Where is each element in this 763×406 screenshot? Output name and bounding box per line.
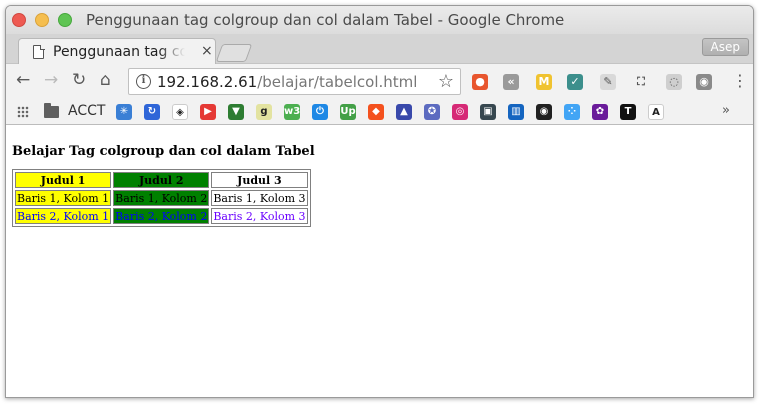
tab-strip: Penggunaan tag colgroup dan col dalam Ta… bbox=[6, 34, 753, 64]
sync-icon[interactable]: ↻ bbox=[144, 104, 160, 120]
address-bar[interactable]: i 192.168.2.61/belajar/tabelcol.html ☆ bbox=[128, 68, 461, 95]
bookmarks-bar: ACCT ✳ ↻ ◈ ▶ ▼ g w3 ⏻ Up ◆ ▲ ✪ ◎ ▣ ▥ ◉ ⁘ ✿ T A » bbox=[6, 98, 753, 125]
window-minimize-button[interactable] bbox=[35, 13, 49, 27]
table-cell: Baris 2, Kolom 3 bbox=[211, 208, 308, 224]
codepen-icon[interactable]: ◈ bbox=[172, 104, 188, 120]
window-title: Penggunaan tag colgroup dan col dalam Ta… bbox=[86, 11, 565, 29]
spinner-icon[interactable]: ◌ bbox=[666, 74, 682, 90]
t-icon[interactable]: T bbox=[620, 104, 636, 120]
dots-icon[interactable]: ⁘ bbox=[564, 104, 580, 120]
table-cell: Baris 2, Kolom 2 bbox=[113, 208, 210, 224]
w3-icon[interactable]: w3 bbox=[284, 104, 300, 120]
ublock-icon[interactable]: ● bbox=[472, 74, 488, 90]
delta-icon[interactable]: ▲ bbox=[396, 104, 412, 120]
bookmark-folder-acct[interactable]: ACCT bbox=[68, 103, 105, 119]
table-row: Baris 2, Kolom 1 Baris 2, Kolom 2 Baris … bbox=[15, 208, 308, 224]
reload-icon[interactable]: ↻ bbox=[72, 72, 86, 89]
apps-grid-icon[interactable] bbox=[17, 106, 29, 118]
tab-active[interactable]: Penggunaan tag colgroup dan col dalam Ta… bbox=[18, 38, 216, 64]
page-content: Belajar Tag colgroup dan col dalam Tabel… bbox=[6, 126, 753, 397]
eraser-icon[interactable]: ✎ bbox=[600, 74, 616, 90]
crest-icon[interactable]: ✿ bbox=[592, 104, 608, 120]
youtube-icon[interactable]: ▶ bbox=[200, 104, 216, 120]
a-icon[interactable]: A bbox=[648, 104, 664, 120]
window-maximize-button[interactable] bbox=[58, 13, 72, 27]
table-cell: Baris 1, Kolom 3 bbox=[211, 190, 308, 206]
demo-table: Judul 1 Judul 2 Judul 3 Baris 1, Kolom 1… bbox=[12, 169, 311, 227]
table-row: Baris 1, Kolom 1 Baris 1, Kolom 2 Baris … bbox=[15, 190, 308, 206]
folder-icon[interactable] bbox=[44, 103, 59, 118]
upwork-icon[interactable]: Up bbox=[340, 104, 356, 120]
instagram-icon[interactable]: ◎ bbox=[452, 104, 468, 120]
camera-icon[interactable]: ◉ bbox=[696, 74, 712, 90]
url-path: /belajar/tabelcol.html bbox=[257, 73, 418, 91]
url-text[interactable]: 192.168.2.61/belajar/tabelcol.html bbox=[157, 73, 417, 91]
toolbar: ← → ↻ ⌂ i 192.168.2.61/belajar/tabelcol.… bbox=[6, 64, 753, 98]
new-tab-button[interactable] bbox=[215, 44, 253, 62]
tab-title: Penggunaan tag colgroup dan col dalam Ta… bbox=[53, 44, 185, 60]
box-icon[interactable]: ▣ bbox=[480, 104, 496, 120]
table-header-cell: Judul 2 bbox=[113, 172, 210, 188]
crop-icon[interactable]: ⛶ bbox=[633, 74, 649, 90]
table-cell: Baris 2, Kolom 1 bbox=[15, 208, 112, 224]
table-header-cell: Judul 1 bbox=[15, 172, 112, 188]
colorful-icon[interactable]: ◆ bbox=[368, 104, 384, 120]
url-host: 192.168.2.61 bbox=[157, 73, 258, 91]
trello-icon[interactable]: ▥ bbox=[508, 104, 524, 120]
m-extension-icon[interactable]: M bbox=[536, 74, 552, 90]
table-header-cell: Judul 3 bbox=[211, 172, 308, 188]
power-icon[interactable]: ⏻ bbox=[312, 104, 328, 120]
emblem-icon[interactable]: ✪ bbox=[424, 104, 440, 120]
page-icon bbox=[33, 45, 44, 59]
browser-window: Penggunaan tag colgroup dan col dalam Ta… bbox=[5, 5, 754, 398]
vuetify-icon[interactable]: ▼ bbox=[228, 104, 244, 120]
rewind-icon[interactable]: « bbox=[503, 74, 519, 90]
back-arrow-icon[interactable]: ← bbox=[16, 72, 30, 89]
table-header-row: Judul 1 Judul 2 Judul 3 bbox=[15, 172, 308, 188]
chrome-menu-icon[interactable]: ⋮ bbox=[732, 72, 748, 90]
info-icon[interactable]: i bbox=[136, 74, 151, 89]
radio-icon[interactable]: ◉ bbox=[536, 104, 552, 120]
page-heading: Belajar Tag colgroup dan col dalam Tabel bbox=[12, 144, 315, 159]
check-extension-icon[interactable]: ✓ bbox=[567, 74, 583, 90]
forward-arrow-icon[interactable]: → bbox=[44, 72, 58, 89]
bookmark-star-icon[interactable]: ☆ bbox=[438, 71, 454, 92]
table-cell: Baris 1, Kolom 1 bbox=[15, 190, 112, 206]
more-bookmarks-icon[interactable]: » bbox=[722, 103, 730, 118]
home-icon[interactable]: ⌂ bbox=[100, 72, 111, 89]
window-close-button[interactable] bbox=[12, 13, 26, 27]
tab-close-icon[interactable]: × bbox=[201, 43, 213, 59]
snowflake-icon[interactable]: ✳ bbox=[116, 104, 132, 120]
profile-button[interactable]: Asep bbox=[701, 38, 749, 56]
title-bar: Penggunaan tag colgroup dan col dalam Ta… bbox=[6, 6, 753, 34]
table-cell: Baris 1, Kolom 2 bbox=[113, 190, 210, 206]
g-icon[interactable]: g bbox=[256, 104, 272, 120]
